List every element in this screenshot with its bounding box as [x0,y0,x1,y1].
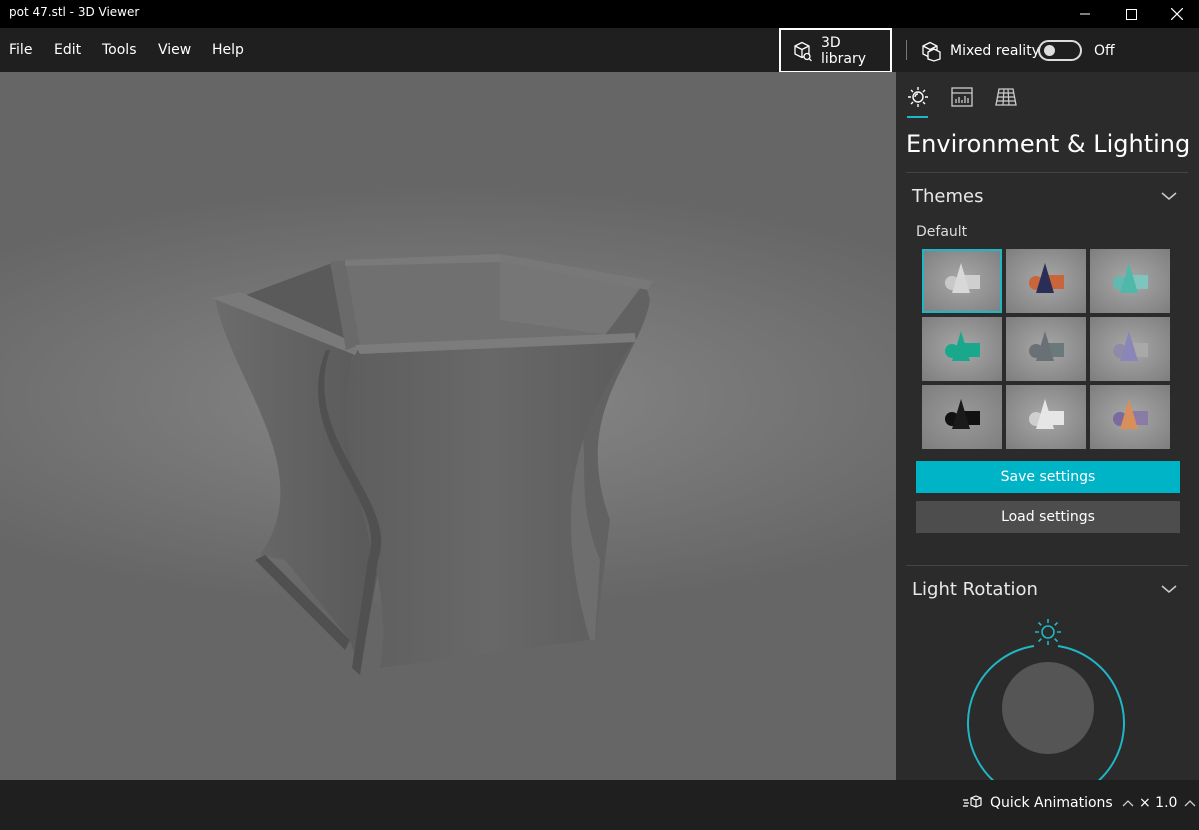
quick-animations-button[interactable]: Quick Animations [962,795,1135,811]
theme-4[interactable] [922,317,1002,381]
light-rotation-knob [1002,662,1094,754]
3d-library-label: 3D library [820,34,866,67]
theme-6[interactable] [1090,317,1170,381]
theme-5[interactable] [1006,317,1086,381]
title-bar: pot 47.stl - 3D Viewer [0,0,1199,28]
save-settings-button[interactable]: Save settings [916,461,1180,493]
menu-help[interactable]: Help [212,42,244,58]
theme-default[interactable] [922,249,1002,313]
speed-chevron-up-icon [1184,800,1196,807]
themes-header[interactable]: Themes [912,186,983,207]
mixed-reality-icon [922,41,941,62]
pot-model[interactable] [0,72,896,780]
panel-title: Environment & Lighting [906,130,1191,158]
library-cube-icon [794,41,812,61]
menu-view[interactable]: View [158,42,191,58]
theme-8[interactable] [1006,385,1086,449]
theme-2[interactable] [1006,249,1086,313]
section-divider [906,565,1188,566]
close-button[interactable] [1154,0,1199,28]
mixed-reality-state: Off [1094,43,1115,59]
tab-active-indicator [907,116,928,118]
light-rotation-chevron-down-icon[interactable] [1161,584,1177,594]
chevron-up-icon [1122,800,1134,807]
mixed-reality-toggle[interactable] [1038,40,1082,61]
mixed-reality-label: Mixed reality [950,43,1040,59]
animation-cube-icon [963,795,982,808]
tab-statistics[interactable] [949,84,975,110]
title-divider [906,172,1188,173]
lighting-icon [908,87,928,107]
3d-library-button[interactable]: 3D library [779,28,892,73]
menu-file[interactable]: File [9,42,32,58]
quick-animations-label: Quick Animations [990,795,1113,811]
tab-grid[interactable] [993,84,1019,110]
side-panel: Environment & Lighting Themes Default Sa… [896,72,1199,780]
window-title: pot 47.stl - 3D Viewer [9,5,140,19]
toggle-knob [1044,45,1055,56]
light-rotation-header[interactable]: Light Rotation [912,579,1038,600]
selected-theme-label: Default [916,224,968,240]
stats-icon [951,87,973,107]
light-sun-icon[interactable] [1033,617,1063,647]
theme-3[interactable] [1090,249,1170,313]
close-icon [1171,8,1183,20]
maximize-button[interactable] [1108,0,1154,28]
3d-viewport[interactable] [0,72,896,780]
animation-speed-label: × 1.0 [1139,795,1178,811]
toolbar-separator [906,40,907,60]
theme-7[interactable] [922,385,1002,449]
themes-chevron-down-icon[interactable] [1161,191,1177,201]
minimize-icon [1080,13,1090,15]
minimize-button[interactable] [1062,0,1108,28]
menu-edit[interactable]: Edit [54,42,81,58]
tab-lighting[interactable] [905,84,931,110]
menu-tools[interactable]: Tools [102,42,137,58]
maximize-icon [1125,8,1137,20]
theme-9[interactable] [1090,385,1170,449]
load-settings-button[interactable]: Load settings [916,501,1180,533]
grid-icon [995,88,1017,106]
animation-speed-button[interactable]: × 1.0 [1139,795,1197,811]
